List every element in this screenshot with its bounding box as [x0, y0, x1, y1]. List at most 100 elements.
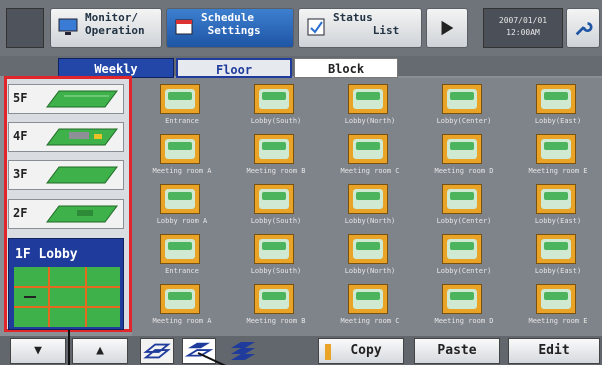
aircon-unit-icon — [160, 134, 200, 164]
play-button[interactable] — [426, 8, 468, 48]
unit-name: Lobby(South) — [250, 217, 302, 225]
status-list-icon — [307, 18, 325, 36]
unit-tile[interactable]: Lobby(East) — [510, 232, 602, 284]
floor-label: 5F — [13, 91, 28, 105]
unit-tile[interactable]: Meeting room D — [416, 132, 512, 184]
floor-item-2f[interactable]: 2F — [8, 199, 124, 229]
unit-tile[interactable]: Meeting room C — [322, 282, 418, 334]
tab-floor[interactable]: Floor — [176, 58, 292, 78]
aircon-unit-icon — [254, 284, 294, 314]
unit-name: Lobby(Center) — [436, 267, 492, 275]
paste-label: Paste — [437, 343, 477, 358]
edit-button[interactable]: Edit — [508, 338, 600, 364]
home-icon[interactable] — [6, 8, 44, 48]
unit-name: Meeting room C — [340, 167, 400, 175]
unit-vent — [168, 192, 192, 200]
copy-label: Copy — [350, 343, 382, 358]
tab-block[interactable]: Block — [294, 58, 398, 78]
unit-tile[interactable]: Lobby(North) — [322, 232, 418, 284]
floor-item-3f[interactable]: 3F — [8, 160, 124, 190]
unit-tile[interactable]: Meeting room B — [228, 132, 324, 184]
unit-vent — [544, 142, 568, 150]
view-mode-layers-icon[interactable] — [140, 338, 174, 364]
unit-tile[interactable]: Lobby(South) — [228, 182, 324, 234]
status-list-button[interactable]: Status List — [298, 8, 422, 48]
aircon-unit-icon — [160, 184, 200, 214]
tools-button[interactable] — [566, 8, 600, 48]
floor-item-1f-lobby[interactable]: 1F Lobby — [8, 238, 124, 330]
aircon-unit-icon — [536, 234, 576, 264]
unit-vent — [450, 292, 474, 300]
unit-tile[interactable]: Meeting room A — [134, 132, 230, 184]
unit-vent — [262, 92, 286, 100]
aircon-unit-icon — [442, 284, 482, 314]
copy-button[interactable]: Copy — [318, 338, 404, 364]
unit-vent — [450, 142, 474, 150]
unit-tile[interactable]: Meeting room E — [510, 132, 602, 184]
clock-time: 12:00AM — [506, 28, 540, 37]
unit-tile[interactable]: Meeting room D — [416, 282, 512, 334]
unit-vent — [262, 192, 286, 200]
unit-tile[interactable]: Lobby(Center) — [416, 182, 512, 234]
floor-map-icon — [46, 205, 118, 223]
clock-date: 2007/01/01 — [498, 16, 548, 25]
aircon-unit-icon — [254, 234, 294, 264]
copy-indicator-icon — [325, 344, 331, 360]
unit-tile[interactable]: Lobby(East) — [510, 182, 602, 234]
unit-tile[interactable]: Lobby room A — [134, 182, 230, 234]
top-bar: Monitor/ Operation Schedule Settings Sta… — [0, 0, 602, 56]
unit-tile[interactable]: Lobby(South) — [228, 232, 324, 284]
tab-weekly-label: Weekly — [94, 62, 138, 76]
unit-vent — [356, 192, 380, 200]
floor-map-icon — [46, 90, 118, 108]
aircon-unit-icon — [348, 234, 388, 264]
unit-tile[interactable]: Lobby(North) — [322, 82, 418, 134]
aircon-unit-icon — [348, 84, 388, 114]
unit-tile[interactable]: Lobby(South) — [228, 82, 324, 134]
tab-floor-label: Floor — [215, 63, 253, 77]
unit-tile[interactable]: Lobby(North) — [322, 182, 418, 234]
aircon-unit-icon — [254, 84, 294, 114]
unit-tile[interactable]: Lobby(Center) — [416, 232, 512, 284]
floor-item-4f[interactable]: 4F — [8, 122, 124, 152]
unit-tile[interactable]: Entrance — [134, 82, 230, 134]
unit-vent — [356, 292, 380, 300]
schedule-settings-label: Schedule Settings — [201, 11, 261, 37]
unit-vent — [356, 242, 380, 250]
schedule-settings-button[interactable]: Schedule Settings — [166, 8, 294, 48]
unit-name: Lobby(East) — [534, 117, 582, 125]
view-mode-stack-icon[interactable] — [226, 338, 260, 364]
unit-name: Lobby(South) — [250, 117, 302, 125]
monitor-operation-button[interactable]: Monitor/ Operation — [50, 8, 162, 48]
unit-tile[interactable]: Meeting room E — [510, 282, 602, 334]
aircon-unit-icon — [536, 134, 576, 164]
unit-tile[interactable]: Meeting room C — [322, 132, 418, 184]
unit-tile[interactable]: Lobby(East) — [510, 82, 602, 134]
aircon-unit-icon — [442, 184, 482, 214]
unit-vent — [544, 92, 568, 100]
unit-vent — [262, 242, 286, 250]
floor-label: 4F — [13, 129, 28, 143]
unit-vent — [168, 92, 192, 100]
unit-name: Meeting room A — [152, 167, 212, 175]
unit-tile[interactable]: Lobby(Center) — [416, 82, 512, 134]
chevron-down-icon: ▼ — [34, 343, 42, 358]
aircon-unit-icon — [442, 84, 482, 114]
paste-button[interactable]: Paste — [414, 338, 500, 364]
floor-map-icon — [46, 166, 118, 184]
unit-tile[interactable]: Meeting room B — [228, 282, 324, 334]
schedule-icon — [175, 19, 193, 35]
unit-name: Entrance — [165, 117, 199, 125]
unit-vent — [450, 192, 474, 200]
unit-vent — [168, 292, 192, 300]
tab-weekly[interactable]: Weekly — [58, 58, 174, 78]
unit-vent — [262, 142, 286, 150]
scroll-down-button[interactable]: ▼ — [10, 338, 66, 364]
aircon-unit-icon — [442, 234, 482, 264]
unit-tile[interactable]: Entrance — [134, 232, 230, 284]
scroll-up-button[interactable]: ▲ — [72, 338, 128, 364]
unit-vent — [544, 242, 568, 250]
floor-item-5f[interactable]: 5F — [8, 84, 124, 114]
aircon-unit-icon — [348, 284, 388, 314]
unit-tile[interactable]: Meeting room A — [134, 282, 230, 334]
